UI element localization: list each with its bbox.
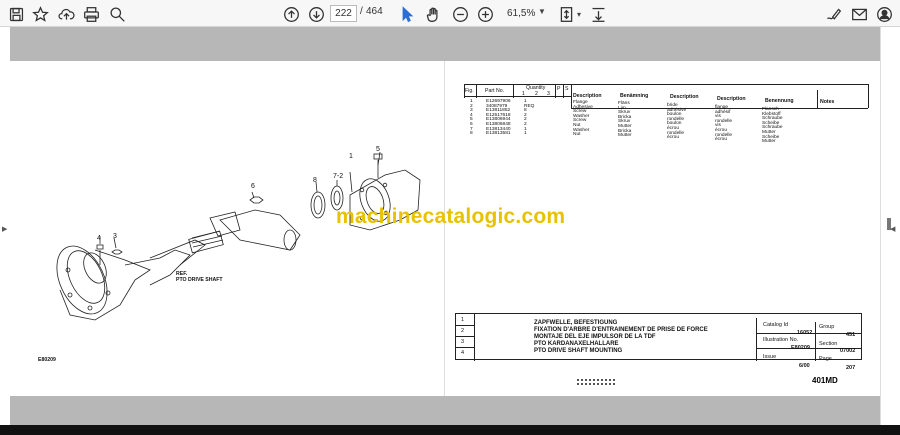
callout-5: 5 xyxy=(376,146,380,153)
th-q2: 2 xyxy=(535,91,538,97)
model-number: 401MD xyxy=(812,376,838,385)
annotate-icon[interactable] xyxy=(823,4,843,24)
bookmark-star-icon[interactable] xyxy=(30,4,50,24)
toolbar: 222 / 464 61,5% ▼ ▾ xyxy=(0,0,900,27)
page-number-input[interactable]: 222 xyxy=(330,5,357,22)
th-s: S xyxy=(565,86,569,92)
search-zoom-icon[interactable] xyxy=(107,4,127,24)
total-pages: 464 xyxy=(366,6,383,17)
scroll-mode-icon[interactable] xyxy=(588,4,608,24)
title-block: 1 2 3 4 xyxy=(455,313,862,361)
illustration-label: Illustration No. xyxy=(763,337,799,343)
title-line-sv: PTO KARDANAXELHALLARE xyxy=(534,341,619,347)
title-row-4: 4 xyxy=(461,350,465,356)
title-row-2: 2 xyxy=(461,328,465,334)
zoom-out-icon[interactable] xyxy=(450,4,470,24)
callout-3: 3 xyxy=(113,233,117,240)
email-icon[interactable] xyxy=(849,4,869,24)
callout-1: 1 xyxy=(349,153,353,160)
page-label: Page xyxy=(819,356,832,362)
select-cursor-icon[interactable] xyxy=(397,4,417,24)
th-fig: Fig. xyxy=(465,88,474,94)
th-description-fr: Description xyxy=(670,94,699,100)
th-p: P xyxy=(557,86,561,92)
chevron-down-icon[interactable]: ▼ xyxy=(538,7,546,16)
exploded-parts-drawing xyxy=(56,151,421,321)
callout-8: 8 xyxy=(313,177,317,184)
catalog-id-label: Catalog Id xyxy=(763,322,789,328)
fit-page-icon[interactable] xyxy=(556,4,576,24)
th-benennung: Benennung xyxy=(765,98,794,104)
reference-pattern xyxy=(577,379,615,385)
th-q3: 3 xyxy=(547,91,550,97)
save-icon[interactable] xyxy=(6,4,26,24)
benamning-column: Fläns Lim Skruv Bricka Skruv Mutter Bric… xyxy=(618,101,632,139)
page-separator: / xyxy=(360,6,363,17)
zoom-in-icon[interactable] xyxy=(475,4,495,24)
group-label: Group xyxy=(819,324,835,330)
watermark-text: machinecatalogic.com xyxy=(336,205,566,228)
page-gap-bottom xyxy=(10,396,880,425)
right-panel-toggle-icon[interactable]: ◀ xyxy=(890,225,895,233)
th-description-es: Description xyxy=(717,96,746,102)
th-part-no: Part No. xyxy=(485,88,505,94)
taskbar-strip xyxy=(0,425,900,435)
section-label: Section xyxy=(819,341,838,347)
print-icon[interactable] xyxy=(81,4,101,24)
th-q1: 1 xyxy=(522,91,525,97)
account-icon[interactable] xyxy=(874,4,894,24)
callout-4: 4 xyxy=(97,235,101,242)
next-page-icon[interactable] xyxy=(306,4,326,24)
hand-tool-icon[interactable] xyxy=(423,4,443,24)
fig-column: 1 2 3 4 5 6 7 8 xyxy=(470,99,473,137)
callout-7-2: 7-2 xyxy=(333,173,344,180)
upload-cloud-icon[interactable] xyxy=(56,4,76,24)
callout-6: 6 xyxy=(251,183,255,190)
benennung-column: Flansch Klebstoff Schraube Scheibe Schra… xyxy=(762,107,783,145)
th-description-en: Description xyxy=(573,93,602,99)
th-notes: Notes xyxy=(820,99,835,105)
issue-label: Issue xyxy=(763,354,777,360)
drawing-code: E80209 xyxy=(38,357,56,363)
illustration-value: E80209 xyxy=(791,345,810,351)
group-value: 451 xyxy=(846,332,856,338)
title-row-1: 1 xyxy=(461,317,465,323)
description-es-column: flange adhésif vis rondelle vis écrou ro… xyxy=(715,105,733,143)
th-benamning: Benämning xyxy=(620,93,649,99)
chevron-down-icon[interactable]: ▾ xyxy=(574,4,584,24)
section-value: 07002 xyxy=(840,348,856,354)
catalog-id-value: 16052 xyxy=(797,330,813,336)
title-line-en: PTO DRIVE SHAFT MOUNTING xyxy=(534,348,623,354)
left-panel-toggle-icon[interactable]: ▶ xyxy=(2,225,7,233)
previous-page-icon[interactable] xyxy=(281,4,301,24)
description-fr-column: bride adhésive boulon rondelle boulon éc… xyxy=(667,103,687,141)
part-no-column: E12697906 34087979 E13811852 E12517618 E… xyxy=(486,99,511,137)
title-line-fr: FIXATION D'ARBRE D'ENTRAINEMENT DE PRISE… xyxy=(534,327,708,333)
page-value: 207 xyxy=(846,365,856,371)
ref-text: PTO DRIVE SHAFT xyxy=(176,277,223,283)
title-line-es: MONTAJE DEL EJE IMPULSOR DE LA TDF xyxy=(534,334,656,340)
title-line-de: ZAPFWELLE, BEFESTIGUNG xyxy=(534,320,618,326)
quantity-column: 1 REQ 8 2 2 2 1 1 xyxy=(524,99,535,137)
title-row-3: 3 xyxy=(461,339,465,345)
issue-value: 6/00 xyxy=(799,363,810,369)
description-en-column: Flange Adhesive Screw Washer Screw Nut W… xyxy=(573,100,593,138)
page-gap-top xyxy=(10,27,880,61)
